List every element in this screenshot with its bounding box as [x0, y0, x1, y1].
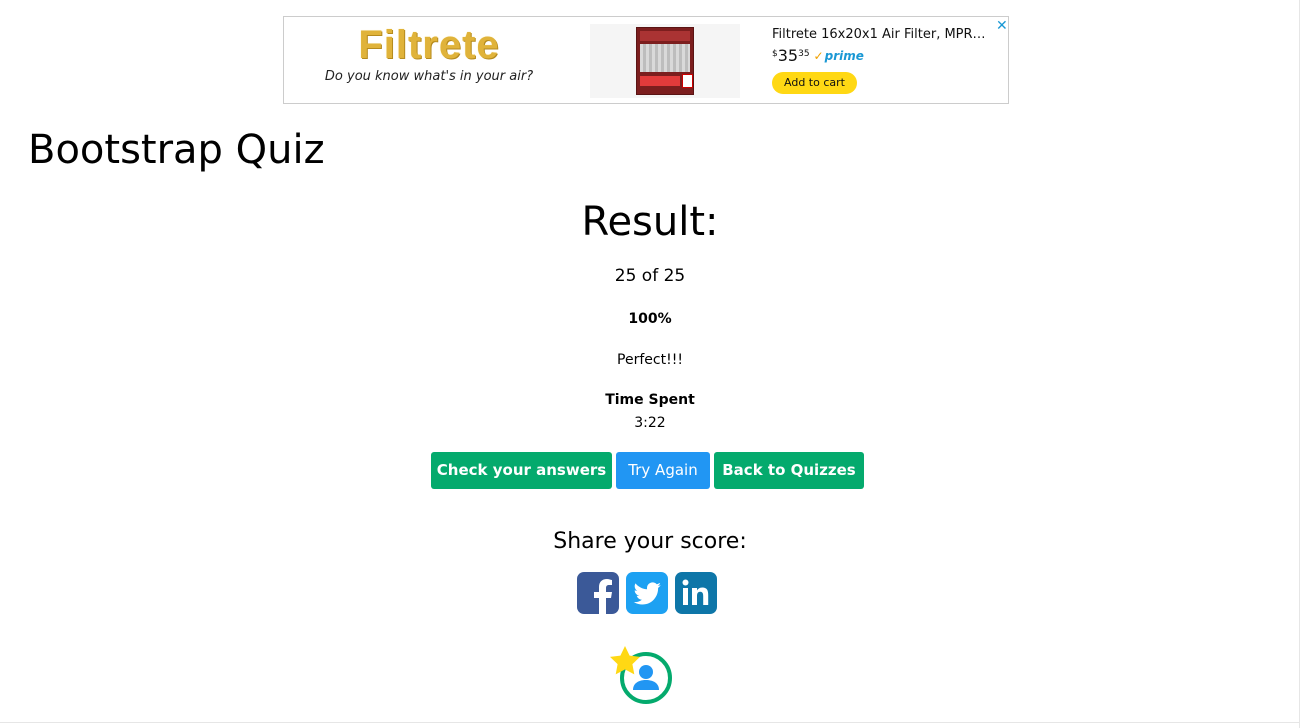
time-spent-label: Time Spent	[605, 392, 695, 408]
share-label: Share your score:	[553, 529, 747, 554]
twitter-icon	[633, 582, 661, 605]
time-spent-value: 3:22	[634, 415, 666, 431]
price-fraction: 35	[798, 49, 810, 59]
back-to-quizzes-button[interactable]: Back to Quizzes	[714, 452, 864, 489]
ad-info: Filtrete 16x20x1 Air Filter, MPR… $ 35 3…	[772, 27, 992, 94]
twitter-share-button[interactable]	[626, 572, 668, 614]
prime-check-icon: ✓	[813, 49, 824, 63]
star-user-icon	[610, 646, 672, 704]
score-text: 25 of 25	[614, 266, 686, 286]
ad-brand[interactable]: Filtrete Do you know what's in your air?	[324, 23, 534, 84]
page: Filtrete Do you know what's in your air?…	[0, 0, 1309, 728]
prime-label: prime	[824, 49, 864, 63]
linkedin-share-button[interactable]	[675, 572, 717, 614]
add-to-cart-button[interactable]: Add to cart	[772, 72, 857, 94]
bottom-divider	[0, 722, 1300, 723]
ad-logo[interactable]: Filtrete	[324, 23, 534, 67]
ad-banner[interactable]: Filtrete Do you know what's in your air?…	[283, 16, 1009, 104]
profile-star-icon[interactable]	[606, 644, 676, 708]
air-filter-image	[636, 27, 694, 95]
result-heading: Result:	[581, 199, 719, 245]
ad-price-row: $ 35 35 ✓prime	[772, 47, 992, 67]
percent-text: 100%	[628, 311, 672, 327]
check-answers-button[interactable]: Check your answers	[431, 452, 612, 489]
facebook-share-button[interactable]	[577, 572, 619, 614]
facebook-icon	[594, 579, 612, 614]
linkedin-icon	[682, 579, 709, 605]
result-message: Perfect!!!	[617, 352, 683, 368]
ad-product-image[interactable]	[590, 24, 740, 98]
try-again-button[interactable]: Try Again	[616, 452, 710, 489]
ad-close-icon[interactable]: ✕	[996, 18, 1008, 34]
ad-tagline: Do you know what's in your air?	[324, 69, 534, 84]
ad-product-title[interactable]: Filtrete 16x20x1 Air Filter, MPR…	[772, 27, 992, 42]
prime-badge: ✓prime	[814, 49, 864, 63]
page-title: Bootstrap Quiz	[28, 127, 325, 173]
price-whole: 35	[777, 46, 799, 65]
ad-price: $ 35 35	[772, 47, 810, 65]
